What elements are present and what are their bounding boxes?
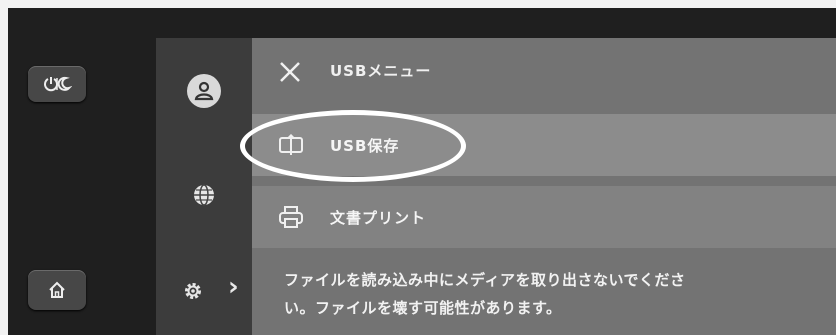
close-icon	[280, 62, 300, 82]
settings-button[interactable]	[176, 274, 210, 308]
panel-header: USBメニュー	[252, 38, 836, 104]
touch-screen: › USBメニュー USB保存 文書プリント ファイルを読み込み中にメディアを取…	[156, 38, 836, 335]
menu-item-document-print[interactable]: 文書プリント	[252, 186, 836, 248]
notice-line: ファイルを読み込み中にメディアを取り出さないでくださ	[284, 271, 686, 289]
panel-title: USBメニュー	[330, 62, 432, 80]
menu-item-label: 文書プリント	[330, 208, 427, 227]
globe-icon	[194, 184, 214, 206]
globe-button[interactable]	[187, 178, 221, 212]
menu-item-usb-save[interactable]: USB保存	[252, 114, 836, 176]
user-button[interactable]	[187, 74, 221, 108]
usb-menu-panel: USBメニュー USB保存 文書プリント ファイルを読み込み中にメディアを取り出…	[252, 38, 836, 335]
menu-item-label: USB保存	[330, 136, 400, 155]
user-icon	[194, 81, 214, 101]
device-frame: › USBメニュー USB保存 文書プリント ファイルを読み込み中にメディアを取…	[8, 8, 836, 335]
power-sleep-button[interactable]	[28, 66, 86, 102]
home-button[interactable]	[28, 270, 86, 310]
printer-icon	[276, 202, 306, 232]
home-icon	[49, 281, 65, 298]
power-sleep-icon	[44, 76, 72, 92]
close-button[interactable]	[276, 58, 304, 86]
nav-rail: ›	[156, 38, 252, 335]
chevron-right-icon: ›	[228, 272, 239, 302]
usb-save-icon	[276, 130, 306, 160]
gear-icon	[185, 283, 201, 299]
warning-notice: ファイルを読み込み中にメディアを取り出さないでくださ い。ファイルを壊す可能性が…	[284, 266, 812, 322]
notice-line: い。ファイルを壊す可能性があります。	[284, 299, 562, 317]
